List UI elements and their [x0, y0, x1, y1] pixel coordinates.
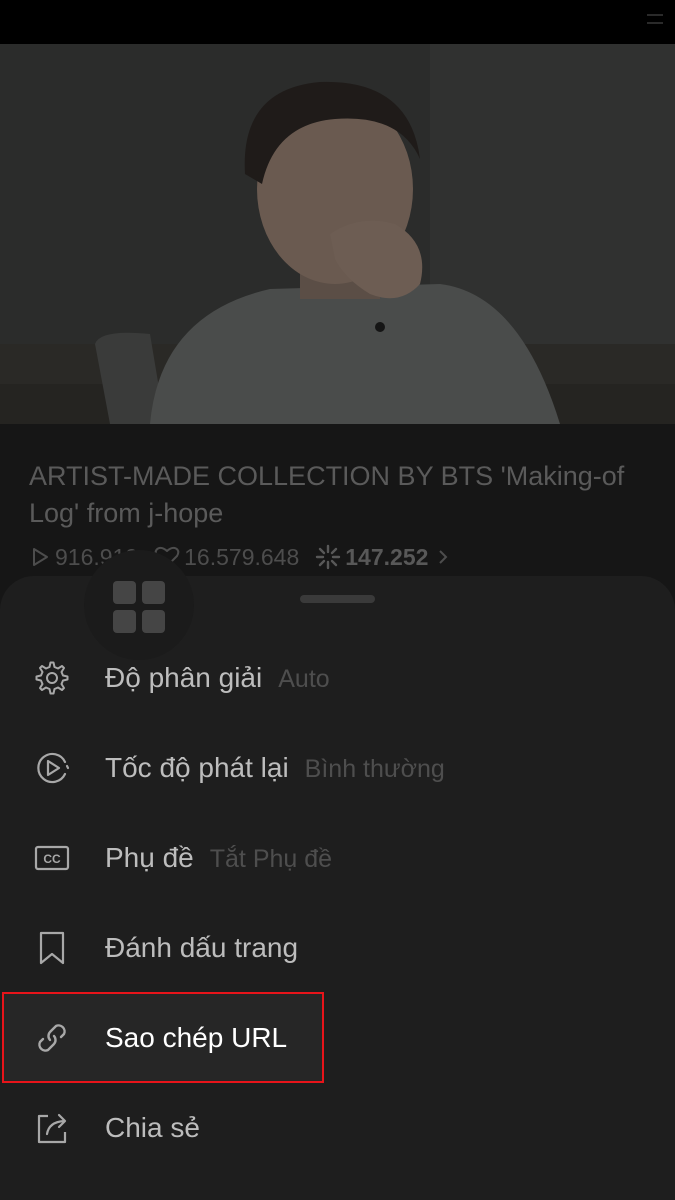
grid-icon [113, 581, 165, 633]
menu-item-playback-speed[interactable]: Tốc độ phát lại Bình thường [0, 728, 675, 808]
svg-text:CC: CC [43, 852, 61, 866]
menu-label-bookmark: Đánh dấu trang [105, 932, 299, 963]
menu-label-playback-speed: Tốc độ phát lại [105, 752, 289, 783]
video-stats: 916.919 16.579.648 147.252 [29, 542, 470, 572]
cc-icon: CC [34, 845, 70, 871]
play-icon [33, 548, 48, 566]
menu-value-subtitles: Tắt Phụ đề [209, 845, 333, 873]
menu-label-subtitles: Phụ đề [105, 842, 194, 873]
status-bar [0, 0, 675, 44]
menu-label-resolution: Độ phân giải [105, 662, 263, 693]
sparkle-count[interactable]: 147.252 [315, 544, 454, 571]
menu-item-resolution[interactable]: Độ phân giải Auto [0, 638, 675, 718]
menu-item-share[interactable]: Chia sẻ [0, 1088, 675, 1168]
menu-value-playback-speed: Bình thường [304, 755, 445, 783]
menu-label-share: Chia sẻ [105, 1112, 200, 1143]
sparkle-count-value: 147.252 [345, 543, 429, 570]
video-player[interactable] [0, 44, 675, 424]
chevron-right-icon [439, 550, 448, 564]
menu-item-bookmark[interactable]: Đánh dấu trang [0, 908, 675, 988]
link-icon [38, 1024, 66, 1052]
bookmark-icon [39, 931, 65, 965]
playback-speed-icon [37, 752, 70, 784]
gear-icon [35, 661, 69, 695]
menu-item-copy-url[interactable]: Sao chép URL [0, 998, 675, 1078]
sheet-drag-handle[interactable] [300, 595, 375, 603]
like-count-value: 16.579.648 [184, 543, 300, 570]
menu-value-resolution: Auto [278, 665, 330, 693]
app-screen: ARTIST-MADE COLLECTION BY BTS 'Making-of… [0, 0, 675, 1200]
menu-label-copy-url: Sao chép URL [105, 1022, 288, 1053]
video-title: ARTIST-MADE COLLECTION BY BTS 'Making-of… [29, 461, 625, 528]
sparkle-icon [316, 544, 341, 570]
share-icon [37, 1113, 67, 1144]
video-frame [0, 44, 675, 424]
menu-item-subtitles[interactable]: CC Phụ đề Tắt Phụ đề [0, 818, 675, 898]
status-icon [647, 14, 663, 24]
